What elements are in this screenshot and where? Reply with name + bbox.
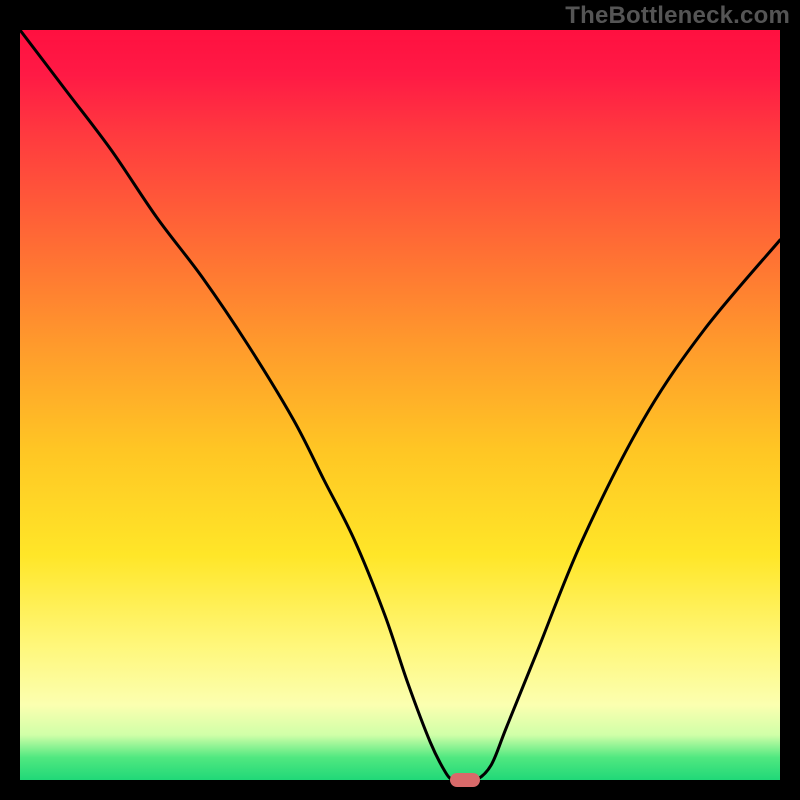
optimal-marker: [450, 773, 480, 787]
chart-frame: TheBottleneck.com: [0, 0, 800, 800]
plot-area: [20, 30, 780, 780]
bottleneck-curve-svg: [20, 30, 780, 780]
watermark-text: TheBottleneck.com: [565, 2, 790, 30]
bottleneck-curve: [20, 30, 780, 780]
